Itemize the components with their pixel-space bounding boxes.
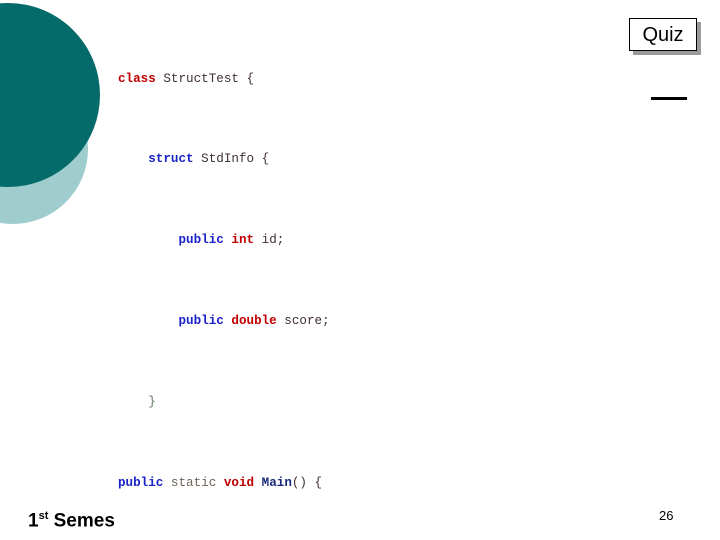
keyword-public: public bbox=[118, 475, 164, 490]
quiz-callout: Quiz bbox=[629, 18, 697, 51]
code-text: score; bbox=[276, 314, 330, 328]
footer-semester-number: 1 bbox=[28, 510, 39, 532]
slide-canvas: Quiz class StructTest { struct StdInfo {… bbox=[0, 0, 720, 540]
code-text: () { bbox=[291, 475, 323, 490]
quiz-underline-rule bbox=[651, 97, 687, 100]
code-line-6: public static void Main() { bbox=[118, 473, 594, 493]
code-text: StdInfo { bbox=[193, 152, 270, 167]
keyword-void: void bbox=[223, 475, 255, 490]
footer-semester-rest: Semester bbox=[53, 510, 114, 532]
keyword-public: public bbox=[178, 233, 224, 248]
code-line-5: } bbox=[118, 392, 594, 412]
footer-semester-ordinal: st bbox=[38, 510, 49, 522]
method-main: Main bbox=[261, 475, 292, 490]
code-text: id; bbox=[254, 233, 285, 248]
code-block: class StructTest { struct StdInfo { publ… bbox=[118, 8, 594, 540]
keyword-class: class bbox=[118, 71, 156, 86]
code-line-2: struct StdInfo { bbox=[118, 149, 594, 169]
keyword-struct: struct bbox=[148, 152, 194, 167]
page-number: 26 bbox=[659, 508, 674, 523]
keyword-int: int bbox=[231, 233, 255, 248]
code-line-3: public int id; bbox=[118, 230, 594, 250]
keyword-static: static bbox=[170, 475, 217, 490]
footer-semester-label: 1st Semester bbox=[28, 510, 114, 536]
code-text: StructTest { bbox=[155, 71, 255, 86]
quiz-callout-label: Quiz bbox=[642, 23, 684, 46]
keyword-public: public bbox=[178, 314, 224, 328]
keyword-double: double bbox=[231, 314, 277, 328]
code-line-4: public double score; bbox=[118, 311, 594, 331]
code-line-1: class StructTest { bbox=[118, 69, 594, 89]
closing-brace: } bbox=[148, 394, 156, 409]
